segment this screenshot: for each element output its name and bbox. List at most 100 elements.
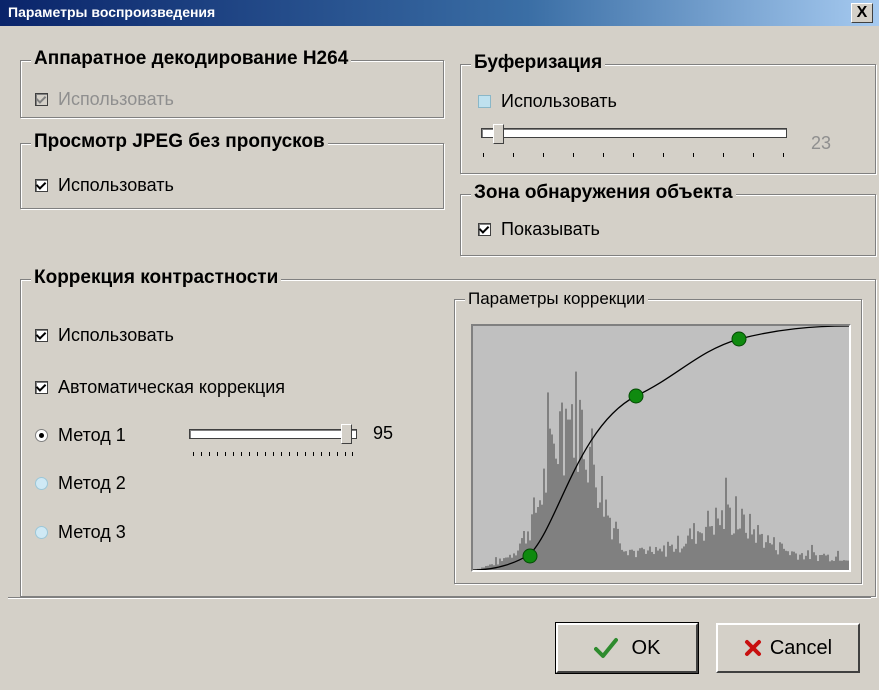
- histogram-bar: [819, 555, 821, 570]
- histogram-bar: [619, 543, 621, 570]
- histogram-bar: [801, 553, 803, 570]
- histogram-bar: [831, 560, 833, 570]
- histogram-bar: [743, 514, 745, 570]
- histogram-bar: [691, 539, 693, 570]
- histogram-bar: [789, 555, 791, 570]
- jpeg-checkbox-row[interactable]: Использовать: [35, 175, 174, 196]
- histogram-bar: [671, 544, 673, 570]
- method-3-radio[interactable]: [35, 526, 48, 539]
- histogram-bar: [807, 550, 809, 570]
- buffer-title: Буферизация: [471, 52, 606, 74]
- method-3-row[interactable]: Метод 3: [35, 522, 126, 543]
- histogram-bar: [713, 534, 715, 570]
- hw-decode-checkbox[interactable]: [35, 93, 48, 106]
- histogram-bar: [579, 399, 581, 570]
- method-1-radio[interactable]: [35, 429, 48, 442]
- histogram-bar: [561, 402, 563, 570]
- histogram-bar: [639, 548, 641, 570]
- histogram-bar: [673, 551, 675, 570]
- histogram-bar: [687, 535, 689, 570]
- histogram-bar: [633, 550, 635, 570]
- histogram-bar: [641, 547, 643, 570]
- histogram-bar: [787, 551, 789, 570]
- histogram-bar: [543, 468, 545, 570]
- cross-icon: [744, 640, 761, 656]
- histogram-bar: [785, 550, 787, 570]
- histogram-bar: [621, 549, 623, 570]
- histogram-bar: [825, 555, 827, 570]
- buffer-slider-thumb[interactable]: [493, 124, 504, 144]
- histogram-bar: [847, 560, 849, 570]
- histogram-bar: [833, 560, 835, 570]
- histogram-bar: [637, 550, 639, 570]
- histogram-bar: [837, 550, 839, 570]
- histogram-bar: [747, 538, 749, 570]
- histogram-bar: [681, 548, 683, 570]
- hw-decode-checkbox-row[interactable]: Использовать: [35, 89, 174, 110]
- histogram-bar: [547, 392, 549, 570]
- contrast-auto-checkbox[interactable]: [35, 381, 48, 394]
- ok-button[interactable]: OK: [555, 622, 699, 674]
- histogram-bar: [769, 543, 771, 570]
- histogram-bar: [757, 525, 759, 570]
- cancel-button[interactable]: Cancel: [716, 623, 860, 673]
- contrast-auto-label: Автоматическая коррекция: [58, 377, 286, 397]
- contrast-use-row[interactable]: Использовать: [35, 325, 174, 346]
- histogram-bar: [569, 419, 571, 570]
- histogram-bar: [653, 554, 655, 570]
- correction-chart[interactable]: [473, 326, 849, 570]
- method-1-row[interactable]: Метод 1: [35, 425, 126, 446]
- histogram-bar: [809, 559, 811, 570]
- histogram-bar: [585, 469, 587, 570]
- method-2-row[interactable]: Метод 2: [35, 473, 126, 494]
- buffer-checkbox-row[interactable]: Использовать: [478, 91, 617, 112]
- histogram-bar: [617, 528, 619, 570]
- curve-control-point[interactable]: [522, 548, 538, 564]
- curve-control-point[interactable]: [628, 388, 644, 404]
- histogram-bar: [609, 517, 611, 570]
- close-button[interactable]: X: [851, 3, 873, 23]
- ok-button-label: OK: [631, 636, 661, 659]
- histogram-bar: [553, 443, 555, 570]
- histogram-bar: [595, 487, 597, 570]
- histogram-bar: [623, 551, 625, 570]
- histogram-bar: [775, 550, 777, 570]
- contrast-auto-row[interactable]: Автоматическая коррекция: [35, 377, 285, 398]
- histogram-bar: [811, 544, 813, 570]
- method-1-slider-thumb[interactable]: [341, 424, 352, 444]
- method-1-slider-track[interactable]: [189, 429, 357, 439]
- detection-checkbox[interactable]: [478, 223, 491, 236]
- method-2-radio[interactable]: [35, 477, 48, 490]
- histogram-bar: [667, 541, 669, 570]
- histogram-bar: [549, 428, 551, 570]
- jpeg-checkbox[interactable]: [35, 179, 48, 192]
- histogram-bar: [537, 507, 539, 570]
- histogram-bar: [703, 540, 705, 570]
- buffer-slider-track[interactable]: [481, 128, 787, 138]
- histogram-bar: [655, 547, 657, 570]
- histogram-bar: [735, 496, 737, 570]
- histogram-bar: [557, 464, 559, 570]
- histogram-bar: [751, 534, 753, 570]
- histogram-bar: [827, 554, 829, 570]
- histogram-bar: [651, 551, 653, 570]
- histogram-bar: [631, 549, 633, 570]
- curve-control-point[interactable]: [731, 331, 747, 347]
- buffer-slider-value: 23: [811, 133, 832, 153]
- histogram-bar: [767, 535, 769, 570]
- histogram-bar: [663, 545, 665, 570]
- histogram-bar: [613, 528, 615, 570]
- detection-checkbox-row[interactable]: Показывать: [478, 219, 600, 240]
- histogram-bar: [753, 529, 755, 570]
- histogram-bar: [843, 560, 845, 570]
- histogram-bar: [741, 508, 743, 570]
- histogram-bar: [669, 545, 671, 570]
- histogram-bar: [507, 557, 509, 570]
- histogram-bar: [503, 558, 505, 570]
- buffer-checkbox[interactable]: [478, 95, 491, 108]
- histogram-bar: [593, 464, 595, 570]
- histogram-bar: [551, 434, 553, 570]
- histogram-bar: [583, 459, 585, 570]
- contrast-use-checkbox[interactable]: [35, 329, 48, 342]
- jpeg-title: Просмотр JPEG без пропусков: [31, 131, 328, 153]
